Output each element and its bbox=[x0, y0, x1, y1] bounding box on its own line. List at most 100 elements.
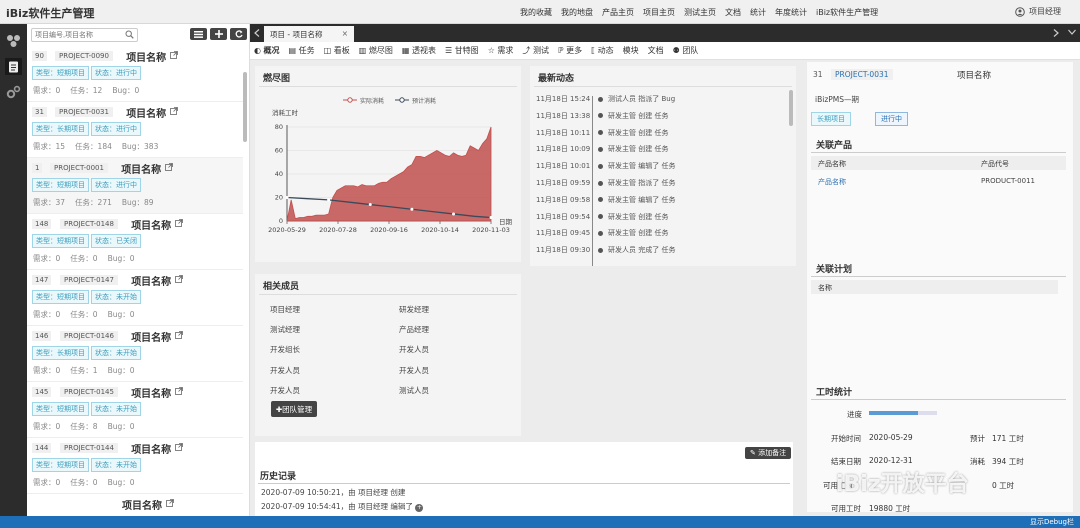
list-icon bbox=[194, 30, 203, 38]
project-list-item[interactable]: 项目名称 bbox=[27, 494, 243, 516]
search-input[interactable] bbox=[31, 28, 138, 42]
x-tick-label: 2020-05-29 bbox=[268, 226, 306, 234]
timeline-dot-icon bbox=[598, 146, 603, 152]
external-link-icon[interactable] bbox=[170, 107, 179, 115]
list-view-button[interactable] bbox=[190, 28, 207, 40]
plan-table-header: 名称 bbox=[811, 280, 1058, 294]
user-name: 项目经理 bbox=[1029, 7, 1061, 16]
add-project-button[interactable] bbox=[210, 28, 227, 40]
external-link-icon[interactable] bbox=[165, 163, 174, 171]
subnav-docs[interactable]: 文档 bbox=[648, 45, 664, 56]
chevron-left-icon[interactable] bbox=[254, 29, 260, 37]
history-title: 历史记录 bbox=[260, 472, 297, 482]
project-list-item[interactable]: 31 PROJECT-0031 项目名称 类型：长期项目 状态：进行中 需求：15 任务：1… bbox=[27, 102, 243, 158]
apps-icon[interactable] bbox=[5, 32, 22, 49]
external-link-icon[interactable] bbox=[175, 275, 184, 283]
status-tag: 状态：未开始 bbox=[91, 402, 141, 416]
start-value: 2020-05-29 bbox=[869, 433, 913, 442]
bug-count: Bug：0 bbox=[107, 478, 135, 487]
x-tick-label: 2020-07-28 bbox=[319, 226, 357, 234]
project-code: PROJECT-0148 bbox=[60, 219, 118, 229]
team-manage-button[interactable]: ✚ 团队管理 bbox=[271, 401, 317, 417]
chevron-down-icon[interactable] bbox=[1068, 29, 1076, 35]
project-list-item[interactable]: 145 PROJECT-0145 项目名称 类型：短期项目 状态：未开始 需求：0 任务：8… bbox=[27, 382, 243, 438]
estimate-point bbox=[368, 203, 372, 207]
type-tag: 类型：短期项目 bbox=[32, 178, 89, 192]
subnav-overview[interactable]: ◐ 概况 bbox=[254, 45, 280, 56]
project-number: 144 bbox=[32, 443, 52, 453]
external-link-icon[interactable] bbox=[166, 499, 174, 507]
estimate-point bbox=[327, 198, 331, 202]
chevron-right-icon[interactable] bbox=[1053, 29, 1059, 37]
debug-toggle[interactable]: 显示Debug栏 bbox=[1030, 517, 1074, 527]
tab-project[interactable]: 项目 - 项目名称 × bbox=[264, 26, 354, 42]
topnav-ibiz[interactable]: iBiz软件生产管理 bbox=[816, 7, 878, 18]
subnav-demand[interactable]: ☆ 需求 bbox=[488, 45, 514, 56]
history-text: 2020-07-09 10:54:41，由 项目经理 编辑了 bbox=[261, 502, 413, 511]
project-list-item[interactable]: 1 PROJECT-0001 项目名称 类型：短期项目 状态：进行中 需求：37 任务：27… bbox=[27, 158, 243, 214]
project-name: 项目名称 bbox=[131, 333, 172, 344]
history-row: 2020-07-09 10:50:21，由 项目经理 创建 bbox=[261, 488, 406, 497]
search-icon[interactable] bbox=[125, 30, 134, 39]
detail-product-line: iBizPMS—期 bbox=[815, 95, 860, 104]
topnav-annual-stats[interactable]: 年度统计 bbox=[775, 7, 807, 18]
subnav-pivot[interactable]: ▦ 透视表 bbox=[402, 45, 436, 56]
y-tick-label: 20 bbox=[275, 194, 283, 202]
subnav-burndown[interactable]: ▥ 燃尽图 bbox=[359, 45, 393, 56]
subnav-modules[interactable]: 模块 bbox=[623, 45, 639, 56]
project-stats: 需求：0 任务：0 Bug：0 bbox=[33, 477, 135, 488]
external-link-icon[interactable] bbox=[175, 387, 184, 395]
project-list-item[interactable]: 148 PROJECT-0148 项目名称 类型：短期项目 状态：已关闭 需求：0 任务：0… bbox=[27, 214, 243, 270]
topnav-docs[interactable]: 文档 bbox=[725, 7, 741, 18]
project-list-item[interactable]: 90 PROJECT-0090 项目名称 类型：短期项目 状态：进行中 需求：0 任务：12… bbox=[27, 46, 243, 102]
project-list-item[interactable]: 147 PROJECT-0147 项目名称 类型：短期项目 状态：未开始 需求：0 任务：0… bbox=[27, 270, 243, 326]
settings-gears-icon[interactable] bbox=[5, 84, 22, 101]
end-value: 2020-12-31 bbox=[869, 456, 913, 465]
feed-scrollbar[interactable] bbox=[789, 90, 793, 126]
project-list-item[interactable]: 146 PROJECT-0146 项目名称 类型：长期项目 状态：未开始 需求：0 任务：1… bbox=[27, 326, 243, 382]
topnav-favorites[interactable]: 我的收藏 bbox=[520, 7, 552, 18]
subnav-test[interactable]: ⤴ 测试 bbox=[522, 45, 549, 56]
subnav-kanban[interactable]: ◫ 看板 bbox=[324, 45, 350, 56]
activity-time: 11月18日 13:38 bbox=[536, 111, 591, 120]
user-icon bbox=[1015, 6, 1025, 17]
demand-count: 需求：0 bbox=[33, 254, 61, 263]
col-plan-name[interactable]: 名称 bbox=[818, 283, 832, 293]
subnav-team[interactable]: ⚉ 团队 bbox=[673, 45, 699, 56]
topnav-product-home[interactable]: 产品主页 bbox=[602, 7, 634, 18]
project-name: 项目名称 bbox=[122, 501, 162, 512]
external-link-icon[interactable] bbox=[170, 51, 179, 59]
refresh-button[interactable] bbox=[230, 28, 247, 40]
topnav-project-home[interactable]: 项目主页 bbox=[643, 7, 675, 18]
col-product-code[interactable]: 产品代号 bbox=[981, 159, 1009, 169]
topnav-my-space[interactable]: 我的地盘 bbox=[561, 7, 593, 18]
subnav-activity[interactable]: ⟦ 动态 bbox=[591, 45, 614, 56]
subnav-gantt[interactable]: ☰ 甘特图 bbox=[445, 45, 479, 56]
product-name-link[interactable]: 产品名称 bbox=[818, 177, 846, 187]
user-menu[interactable]: 项目经理 bbox=[1015, 6, 1061, 17]
topnav-test-home[interactable]: 测试主页 bbox=[684, 7, 716, 18]
external-link-icon[interactable] bbox=[175, 443, 184, 451]
col-product-name[interactable]: 产品名称 bbox=[818, 159, 846, 169]
activity-time: 11月18日 09:45 bbox=[536, 229, 591, 238]
project-number: 90 bbox=[32, 51, 47, 61]
external-link-icon[interactable] bbox=[175, 219, 184, 227]
project-code: PROJECT-0144 bbox=[60, 443, 118, 453]
external-link-icon[interactable] bbox=[175, 331, 184, 339]
project-list-item[interactable]: 144 PROJECT-0144 项目名称 类型：短期项目 状态：未开始 需求：0 任务：0… bbox=[27, 438, 243, 494]
list-scrollbar[interactable] bbox=[243, 72, 247, 142]
top-bar: iBiz软件生产管理 我的收藏 我的地盘 产品主页 项目主页 测试主页 文档 统… bbox=[0, 0, 1080, 24]
expand-icon[interactable]: + bbox=[415, 504, 424, 512]
activity-text: 研发主管 编辑了 任务 bbox=[608, 195, 676, 204]
topnav-stats[interactable]: 统计 bbox=[750, 7, 766, 18]
subnav-tasks[interactable]: ▤ 任务 bbox=[289, 45, 315, 56]
subnav-more[interactable]: ℙ 更多 bbox=[558, 45, 582, 56]
project-stats: 需求：37 任务：271 Bug：89 bbox=[33, 197, 154, 208]
activity-row: 11月18日 09:59 研发主管 指派了 任务 bbox=[536, 178, 675, 188]
member-role: 开发人员 bbox=[270, 365, 300, 375]
add-note-button[interactable]: ✎ 添加备注 bbox=[745, 447, 792, 459]
est-value: 171 工时 bbox=[992, 434, 1024, 443]
activity-row: 11月18日 15:24 测试人员 指派了 Bug bbox=[536, 94, 675, 104]
close-tab-icon[interactable]: × bbox=[342, 29, 348, 38]
document-list-icon[interactable] bbox=[5, 58, 22, 75]
